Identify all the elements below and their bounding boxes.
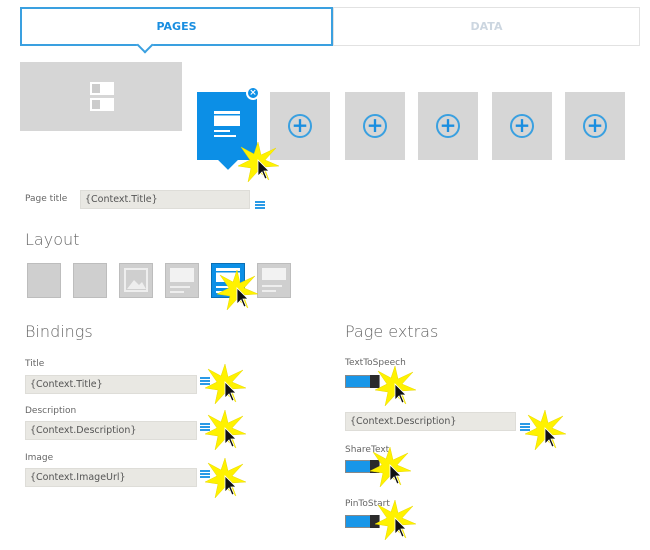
list-layout-icon [90,82,114,111]
image-icon [124,268,148,292]
add-page-button[interactable]: + [565,92,625,160]
plus-icon: + [436,114,460,138]
menu-icon[interactable] [200,470,210,478]
description-input[interactable]: {Context.Description} [25,421,197,440]
add-page-button[interactable]: + [270,92,330,160]
plus-icon: + [363,114,387,138]
layout-option-header-image-text[interactable] [211,263,245,298]
header-text-icon [262,268,286,292]
layout-option-header-text-2[interactable] [257,263,291,298]
bindings-heading: Bindings [25,322,93,341]
menu-icon[interactable] [255,201,265,209]
layout-option-text[interactable] [27,263,61,298]
menu-icon[interactable] [200,423,210,431]
header-image-text-icon [216,268,240,293]
page-layout-icon [214,111,240,137]
tab-pages[interactable]: PAGES [20,7,333,46]
title-label: Title [25,359,45,369]
tts-label: TextToSpeech [345,358,406,368]
page-title-input[interactable]: {Context.Title} [80,190,250,209]
title-input[interactable]: {Context.Title} [25,375,197,394]
add-page-button[interactable]: + [345,92,405,160]
pintostart-toggle[interactable] [345,515,380,528]
plus-icon: + [510,114,534,138]
click-highlight-icon [204,457,247,499]
image-label: Image [25,453,54,463]
plus-icon: + [583,114,607,138]
layout-option-header-text[interactable] [165,263,199,298]
plus-icon: + [288,114,312,138]
sharetext-toggle[interactable] [345,460,380,473]
page-title-label: Page title [25,194,68,204]
sharetext-label: ShareText [345,445,390,455]
header-text-icon [170,268,194,293]
pintostart-label: PinToStart [345,499,390,509]
image-input[interactable]: {Context.ImageUrl} [25,468,197,487]
menu-icon[interactable] [520,423,530,431]
menu-icon[interactable] [200,377,210,385]
tts-input[interactable]: {Context.Description} [345,412,516,431]
add-page-button[interactable]: + [492,92,552,160]
section-thumbnail[interactable] [20,62,182,131]
description-label: Description [25,406,77,416]
layout-option-image[interactable] [119,263,153,298]
tts-toggle[interactable] [345,375,380,388]
close-icon[interactable]: × [246,86,260,100]
layout-heading: Layout [25,230,80,249]
add-page-button[interactable]: + [418,92,478,160]
layout-option-text-2[interactable] [73,263,107,298]
tab-data[interactable]: DATA [333,7,640,46]
page-extras-heading: Page extras [345,322,439,341]
